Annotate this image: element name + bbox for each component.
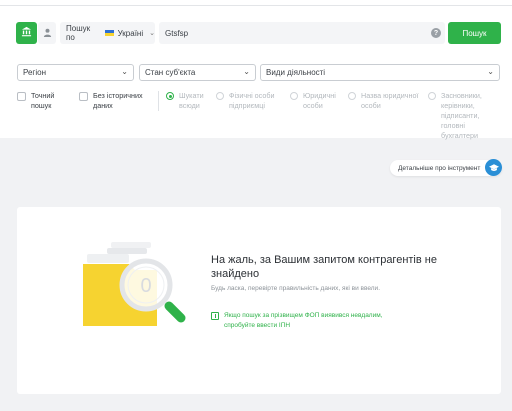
mode-radio-individual-entrepreneurs[interactable]: Фізичні особи підприємці [216, 91, 286, 111]
exact-search-checkbox[interactable]: Точний пошук [17, 91, 75, 111]
radio[interactable] [290, 92, 298, 100]
result-title: На жаль, за Вашим запитом контрагентів н… [211, 254, 437, 280]
instrument-details-link[interactable]: Детальніше про інструмент [390, 159, 502, 176]
chevron-down-icon: ⌄ [487, 67, 494, 76]
divider [158, 91, 159, 111]
result-subtitle: Будь ласка, перевірте правильність даних… [211, 285, 380, 292]
entity-state-select[interactable]: Стан суб'єкта ⌄ [139, 64, 256, 81]
mode-label: Засновники, керівники, підписанти, голов… [441, 91, 482, 140]
search-query-value: Gtsfsp [165, 28, 189, 38]
bank-icon [21, 24, 32, 42]
mode-label: Фізичні особи підприємці [229, 91, 275, 110]
activity-select[interactable]: Види діяльності ⌄ [260, 64, 500, 81]
organization-search-button[interactable] [16, 22, 37, 44]
activity-select-value: Види діяльності [266, 68, 326, 77]
no-history-label: Без історичних даних [93, 91, 143, 110]
help-icon[interactable]: ? [431, 28, 441, 38]
mode-radio-founders[interactable]: Засновники, керівники, підписанти, голов… [428, 91, 502, 141]
mode-label: Назва юридичної особи [361, 91, 419, 110]
mode-radio-everywhere[interactable]: Шукати всюди [166, 91, 212, 111]
region-select[interactable]: Регіон ⌄ [17, 64, 134, 81]
search-panel: Пошук по Україні ⌄ Gtsfsp ? Пошук Регіон… [0, 6, 512, 141]
empty-result-card: 0 На жаль, за Вашим запитом контрагентів… [17, 207, 501, 394]
chevron-down-icon: ⌄ [121, 67, 128, 76]
radio[interactable] [216, 92, 224, 100]
radio[interactable] [348, 92, 356, 100]
exact-search-label: Точний пошук [31, 91, 55, 110]
checkbox-box[interactable] [17, 92, 26, 101]
ukraine-flag-icon [104, 30, 114, 36]
scope-label: Пошук по [66, 24, 91, 42]
mode-label: Шукати всюди [179, 91, 204, 110]
radio[interactable] [428, 92, 436, 100]
mode-radio-legal-entity-name[interactable]: Назва юридичної особи [348, 91, 426, 111]
ipn-hint-text: Якщо пошук за прізвищем ФОП виявився нев… [224, 312, 383, 329]
no-history-checkbox[interactable]: Без історичних даних [79, 91, 157, 111]
mode-radio-legal-entities[interactable]: Юридичні особи [290, 91, 342, 111]
chevron-down-icon: ⌄ [243, 67, 250, 76]
person-search-button[interactable] [38, 22, 56, 44]
person-icon [43, 24, 52, 42]
scope-country: Україні [117, 28, 144, 38]
radio-selected[interactable] [166, 92, 174, 100]
ipn-hint: Якщо пошук за прізвищем ФОП виявився нев… [211, 311, 411, 331]
chevron-down-icon: ⌄ [149, 30, 155, 37]
info-icon [211, 312, 219, 320]
region-select-value: Регіон [23, 68, 46, 77]
search-input[interactable]: Gtsfsp ? [159, 22, 445, 44]
checkbox-box[interactable] [79, 92, 88, 101]
illustration-counter: 0 [140, 275, 151, 297]
graduation-cap-icon [485, 159, 502, 176]
mode-label: Юридичні особи [303, 91, 336, 110]
no-results-illustration: 0 [83, 240, 213, 332]
search-scope-select[interactable]: Пошук по Україні ⌄ [60, 22, 155, 44]
instrument-details-label: Детальніше про інструмент [398, 164, 481, 172]
search-button[interactable]: Пошук [448, 22, 501, 44]
entity-state-select-value: Стан суб'єкта [145, 68, 196, 77]
